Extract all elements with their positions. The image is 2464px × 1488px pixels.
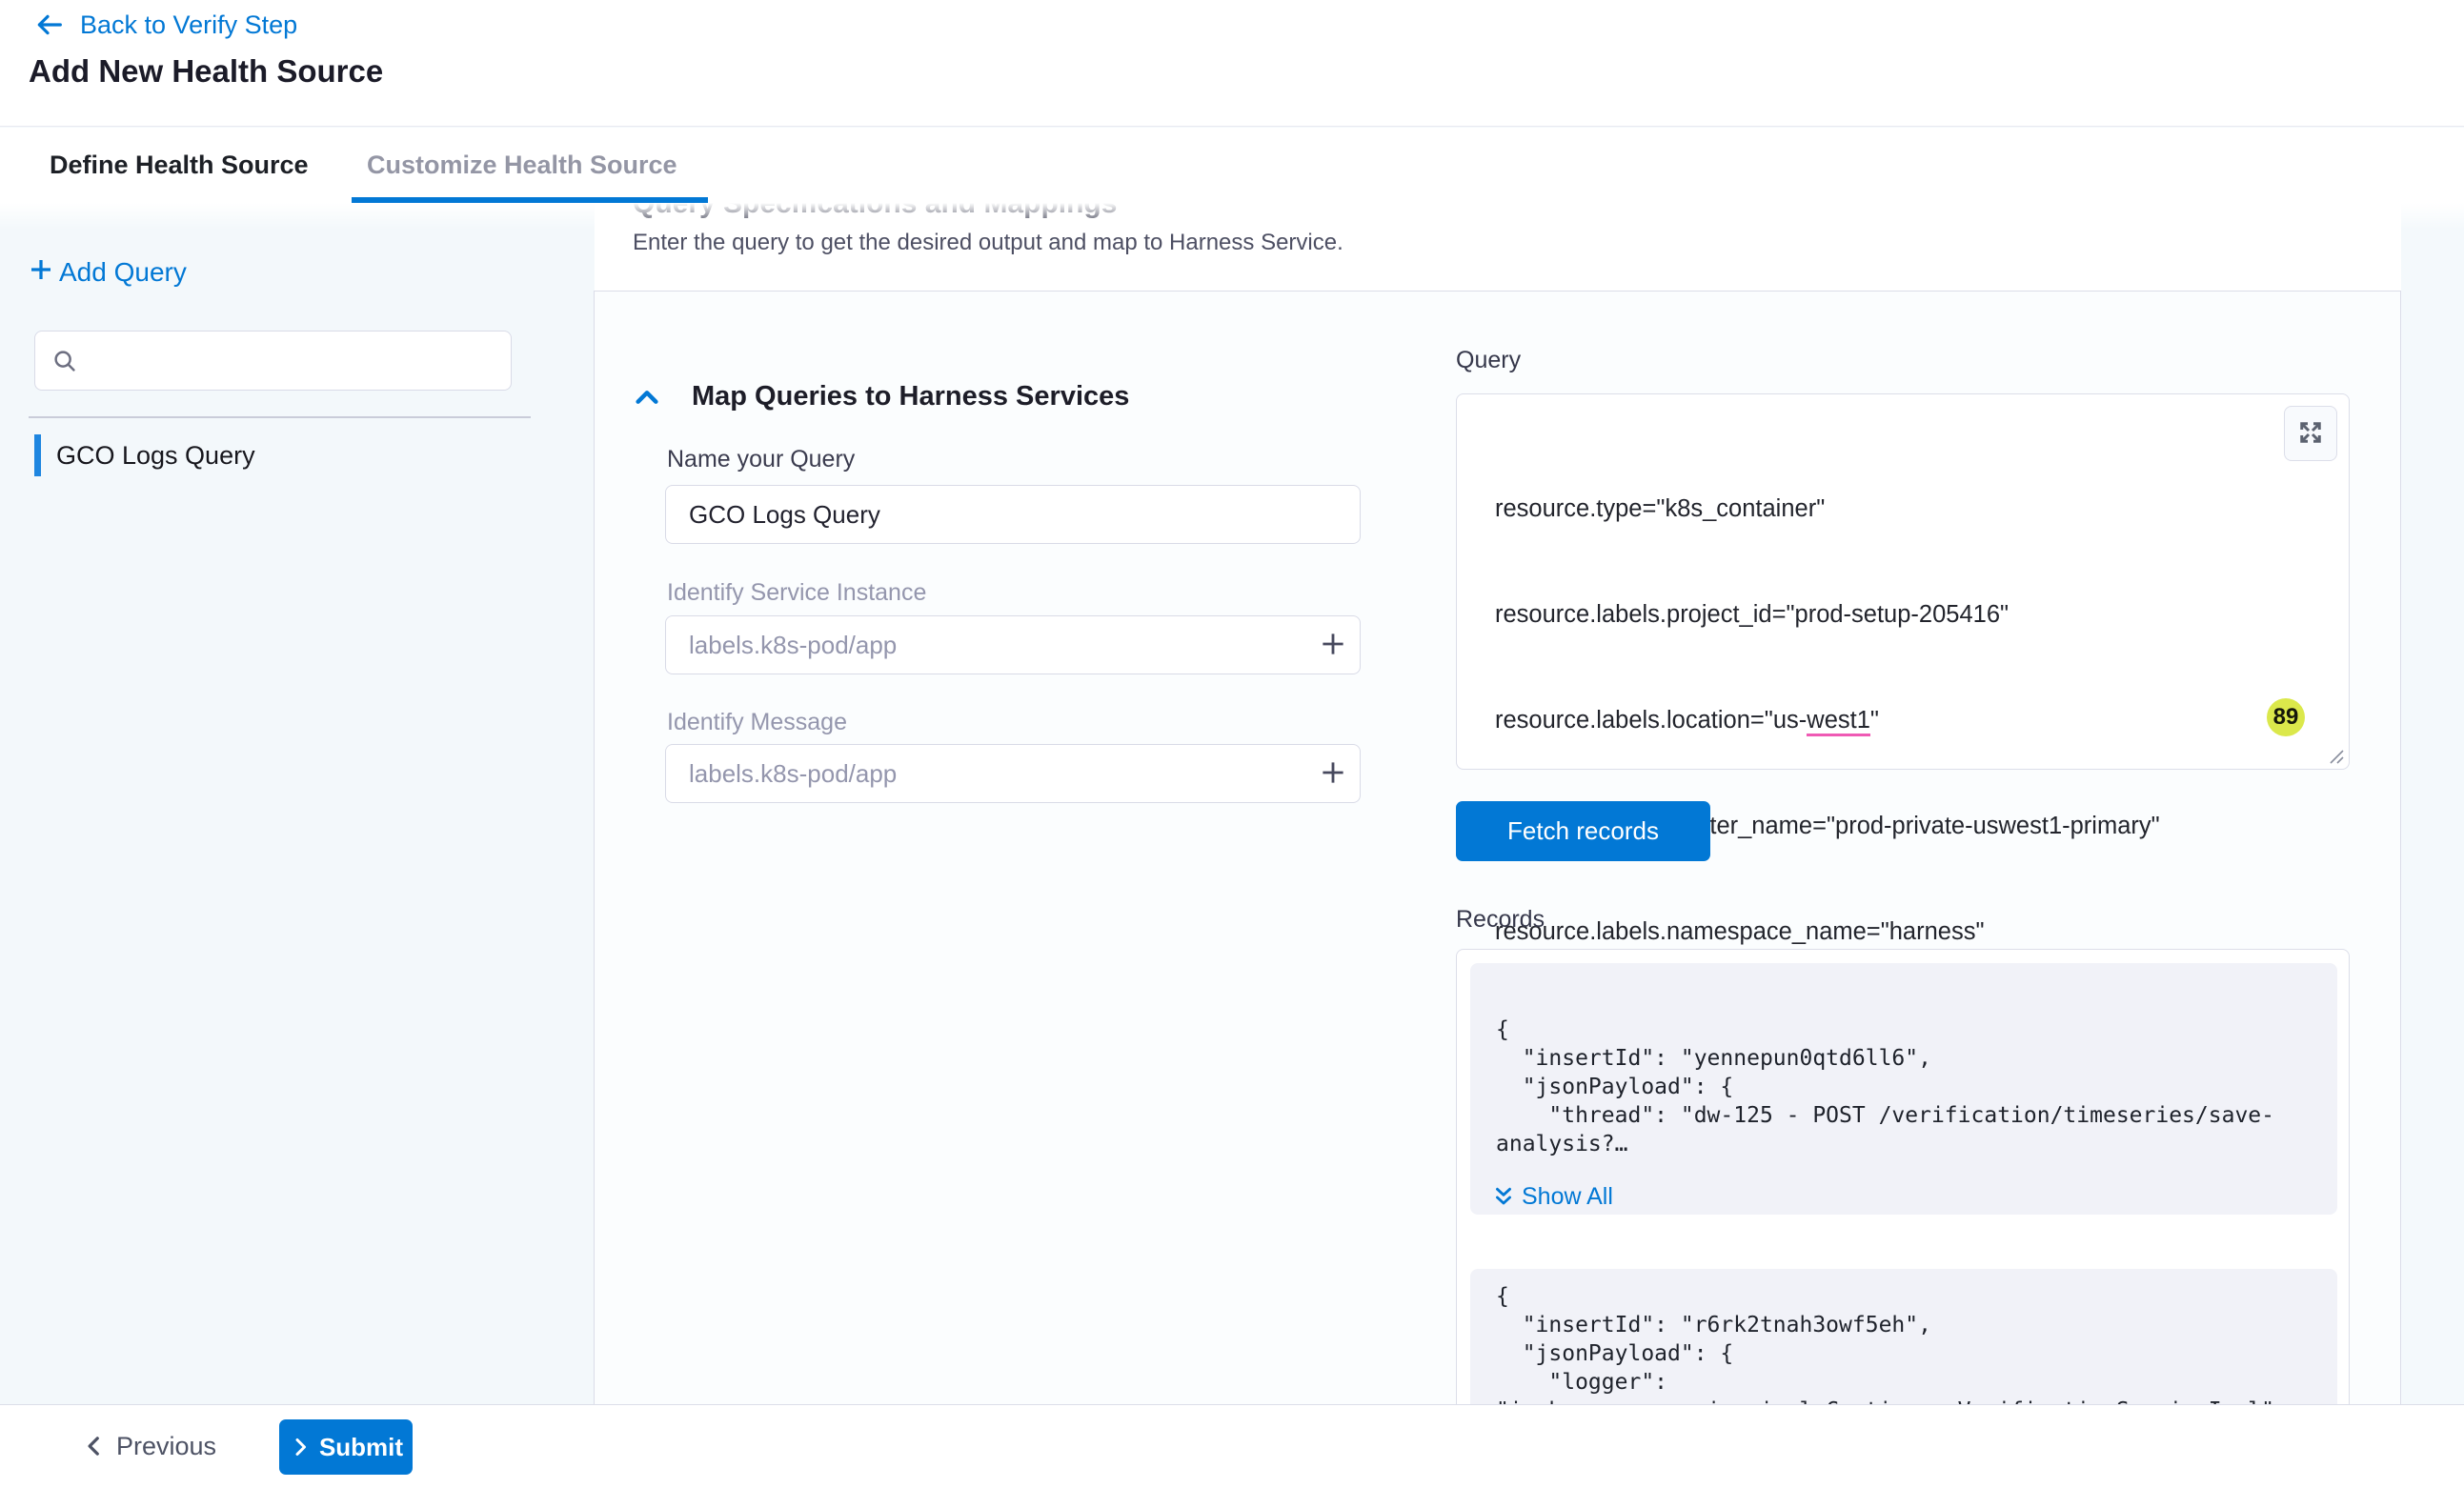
spellcheck-underline: west1 (1807, 707, 1870, 736)
query-line: resource.labels.project_id="prod-setup-2… (1495, 597, 2272, 633)
section-header: Query Specifications and Mappings Enter … (595, 203, 2401, 291)
tab-customize-health-source[interactable]: Customize Health Source (367, 128, 677, 203)
arrow-left-icon (34, 10, 65, 40)
identify-message-input[interactable] (666, 759, 1306, 789)
record-json: { "insertId": "yennepun0qtd6ll6", "jsonP… (1470, 963, 2337, 1158)
chevron-left-icon (82, 1434, 107, 1458)
query-line: resource.labels.namespace_name="harness" (1495, 915, 2272, 950)
search-input[interactable] (91, 347, 495, 374)
back-link-label: Back to Verify Step (80, 10, 297, 40)
sidebar-divider (29, 416, 531, 418)
sidebar-item-gco-logs-query[interactable]: GCO Logs Query (0, 434, 534, 476)
chevron-right-icon (289, 1436, 312, 1458)
query-sidebar: Add Query GCO Logs Query (0, 203, 594, 1404)
query-search-box (34, 331, 512, 391)
selected-indicator-bar (34, 434, 41, 476)
fullscreen-icon (2296, 418, 2325, 450)
previous-label: Previous (116, 1432, 216, 1461)
back-to-verify-step-link[interactable]: Back to Verify Step (34, 8, 297, 42)
records-container: { "insertId": "yennepun0qtd6ll6", "jsonP… (1456, 949, 2350, 1404)
tab-define-health-source[interactable]: Define Health Source (50, 128, 309, 203)
query-line: resource.type="k8s_container" (1495, 492, 2272, 527)
previous-button[interactable]: Previous (82, 1418, 216, 1474)
query-name-input[interactable] (665, 485, 1361, 544)
expand-query-button[interactable] (2284, 406, 2337, 461)
plus-icon (27, 255, 55, 291)
service-instance-input[interactable] (666, 631, 1306, 660)
query-item-label: GCO Logs Query (56, 441, 255, 471)
service-instance-add-button[interactable] (1306, 618, 1360, 672)
plus-icon (1317, 628, 1349, 663)
plus-icon (1317, 756, 1349, 792)
name-query-label: Name your Query (667, 446, 855, 473)
query-line: resource.labels.location="us-west1" (1495, 703, 2272, 738)
identify-message-add-button[interactable] (1306, 747, 1360, 800)
search-icon (50, 347, 79, 375)
service-instance-field (665, 615, 1361, 674)
wizard-footer: Previous Submit (0, 1404, 2464, 1488)
map-queries-heading: Map Queries to Harness Services (692, 381, 1129, 412)
add-query-button[interactable]: Add Query (27, 254, 187, 291)
submit-label: Submit (319, 1433, 403, 1462)
chevron-up-icon (632, 401, 662, 415)
identify-service-instance-label: Identify Service Instance (667, 579, 926, 607)
fetch-records-button[interactable]: Fetch records (1456, 801, 1710, 861)
section-subheading: Enter the query to get the desired outpu… (633, 230, 1343, 256)
show-all-label: Show All (1522, 1183, 1613, 1211)
page-header: Back to Verify Step Add New Health Sourc… (0, 0, 2464, 127)
add-query-label: Add Query (59, 257, 187, 288)
show-all-button[interactable]: Show All (1493, 1183, 1613, 1211)
records-label: Records (1456, 906, 1545, 934)
query-editor[interactable]: resource.type="k8s_container" resource.l… (1456, 393, 2350, 770)
identify-message-field (665, 744, 1361, 803)
wizard-tabbar: Define Health Source Customize Health So… (0, 128, 2464, 203)
record-item: { "insertId": "r6rk2tnah3owf5eh", "jsonP… (1470, 1269, 2337, 1404)
record-item: { "insertId": "yennepun0qtd6ll6", "jsonP… (1470, 963, 2337, 1215)
active-tab-indicator (352, 197, 708, 203)
page-title: Add New Health Source (29, 53, 383, 90)
double-chevron-down-icon (1493, 1186, 1514, 1209)
resize-handle[interactable] (2328, 748, 2345, 765)
record-json: { "insertId": "r6rk2tnah3owf5eh", "jsonP… (1470, 1269, 2337, 1404)
char-count-badge: 89 (2267, 698, 2305, 736)
query-label: Query (1456, 347, 1521, 374)
collapse-section-button[interactable] (631, 382, 663, 414)
query-mapping-panel: Map Queries to Harness Services Name you… (594, 291, 2401, 1404)
identify-message-label: Identify Message (667, 709, 847, 736)
submit-button[interactable]: Submit (279, 1419, 413, 1475)
